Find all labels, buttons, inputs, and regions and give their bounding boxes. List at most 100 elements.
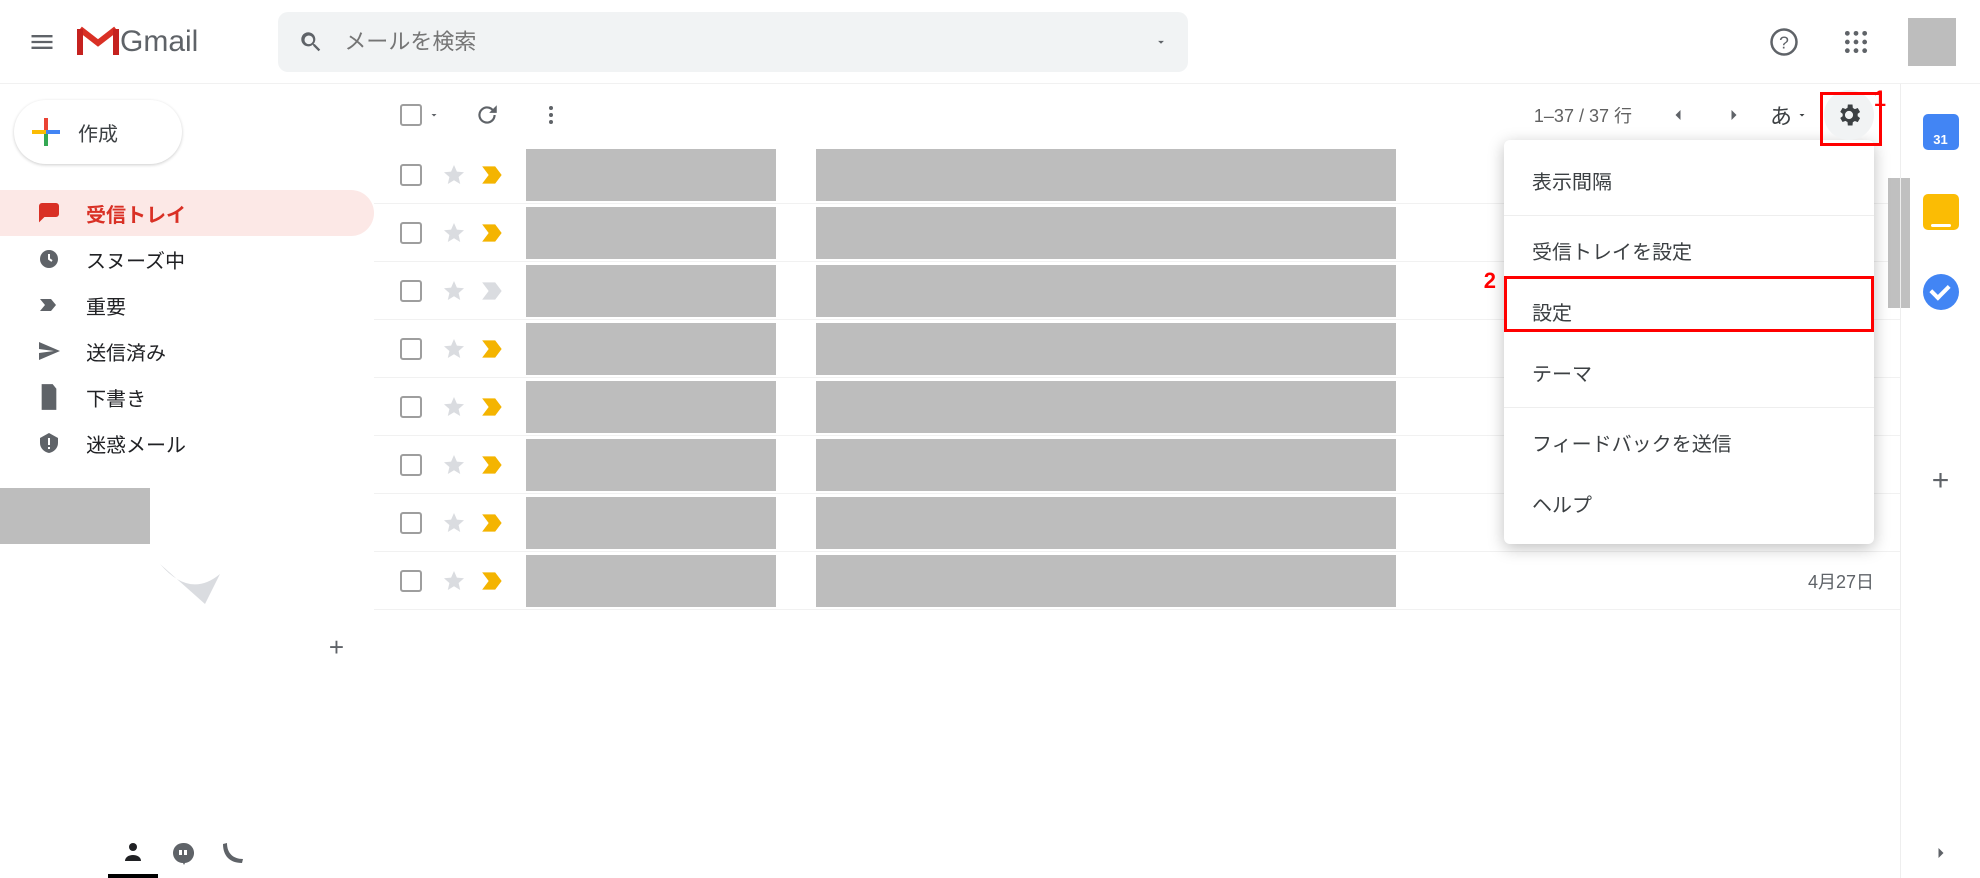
subject-redacted: [816, 265, 1396, 317]
sender-redacted: [526, 265, 776, 317]
menu-item-feedback[interactable]: フィードバックを送信: [1504, 412, 1874, 473]
row-checkbox[interactable]: [400, 454, 422, 476]
more-button[interactable]: [534, 98, 568, 132]
chat-section-redacted: [0, 488, 150, 544]
sender-redacted: [526, 381, 776, 433]
subject-redacted: [816, 497, 1396, 549]
prev-page-button[interactable]: [1658, 87, 1698, 143]
search-options-icon[interactable]: [1154, 35, 1168, 49]
refresh-button[interactable]: [470, 98, 504, 132]
chevron-right-icon: [1931, 843, 1951, 863]
important-icon: [34, 293, 64, 317]
compose-label: 作成: [78, 118, 118, 147]
row-checkbox[interactable]: [400, 338, 422, 360]
annotation-2-label: 2: [1484, 268, 1496, 294]
keep-addon[interactable]: [1923, 194, 1959, 230]
importance-icon[interactable]: [480, 280, 506, 302]
compose-button[interactable]: 作成: [14, 100, 182, 164]
settings-button[interactable]: [1824, 90, 1874, 140]
row-checkbox[interactable]: [400, 280, 422, 302]
menu-item-settings[interactable]: 設定: [1504, 281, 1874, 342]
sent-icon: [34, 339, 64, 363]
row-checkbox[interactable]: [400, 512, 422, 534]
hangouts-chat-tab[interactable]: [158, 828, 208, 878]
row-checkbox[interactable]: [400, 222, 422, 244]
sidebar-item-important[interactable]: 重要: [0, 282, 374, 328]
importance-icon[interactable]: [480, 222, 506, 244]
subject-redacted: [816, 149, 1396, 201]
sender-redacted: [526, 555, 776, 607]
sidebar-bottom-tabs: [108, 826, 258, 878]
sender-redacted: [526, 323, 776, 375]
chevron-right-icon: [1724, 105, 1744, 125]
phone-icon: [221, 841, 245, 865]
select-all-checkbox[interactable]: [400, 104, 440, 126]
menu-item-themes[interactable]: テーマ: [1504, 342, 1874, 403]
input-method-button[interactable]: あ: [1770, 99, 1808, 131]
tasks-addon[interactable]: [1923, 274, 1959, 310]
hangouts-contacts-tab[interactable]: [108, 828, 158, 878]
menu-item-configure-inbox[interactable]: 受信トレイを設定: [1504, 220, 1874, 281]
spam-icon: [34, 431, 64, 455]
sidebar-item-drafts[interactable]: 下書き: [0, 374, 374, 420]
new-chat-button[interactable]: +: [329, 632, 344, 663]
next-page-button[interactable]: [1714, 87, 1754, 143]
star-icon[interactable]: [442, 163, 466, 187]
row-checkbox[interactable]: [400, 164, 422, 186]
main-menu-button[interactable]: [12, 12, 72, 72]
star-icon[interactable]: [442, 453, 466, 477]
gmail-m-icon: [76, 25, 120, 59]
importance-icon[interactable]: [480, 164, 506, 186]
checkbox-icon: [400, 104, 422, 126]
page-count: 1–37 / 37 行: [1534, 102, 1632, 128]
hangouts-icon: [171, 841, 195, 865]
sidebar-item-label: 受信トレイ: [86, 199, 186, 228]
row-checkbox[interactable]: [400, 396, 422, 418]
star-icon[interactable]: [442, 279, 466, 303]
settings-menu: 表示間隔 受信トレイを設定 設定 テーマ フィードバックを送信 ヘルプ: [1504, 140, 1874, 544]
header-right: ?: [1756, 14, 1956, 70]
get-addons-button[interactable]: +: [1932, 464, 1950, 498]
menu-item-help[interactable]: ヘルプ: [1504, 473, 1874, 534]
mail-row[interactable]: 4月27日: [374, 552, 1900, 610]
sidebar-item-sent[interactable]: 送信済み: [0, 328, 374, 374]
hide-panel-button[interactable]: [1931, 843, 1951, 868]
star-icon[interactable]: [442, 337, 466, 361]
header: Gmail ?: [0, 0, 1980, 84]
star-icon[interactable]: [442, 569, 466, 593]
main-content: 1–37 / 37 行 あ 表示間隔 受信トレイを設定 設定 テーマ フィードバ…: [374, 84, 1900, 878]
importance-icon[interactable]: [480, 338, 506, 360]
star-icon[interactable]: [442, 511, 466, 535]
draft-icon: [34, 384, 64, 410]
sidebar-item-label: スヌーズ中: [86, 245, 185, 274]
importance-icon[interactable]: [480, 512, 506, 534]
support-button[interactable]: ?: [1756, 14, 1812, 70]
row-checkbox[interactable]: [400, 570, 422, 592]
search-bar[interactable]: [278, 12, 1188, 72]
importance-icon[interactable]: [480, 396, 506, 418]
sidebar-item-spam[interactable]: 迷惑メール: [0, 420, 374, 466]
sidebar-item-inbox[interactable]: 受信トレイ: [0, 190, 374, 236]
mail-date: 4月27日: [1808, 568, 1874, 594]
star-icon[interactable]: [442, 221, 466, 245]
refresh-icon: [474, 102, 500, 128]
importance-icon[interactable]: [480, 454, 506, 476]
gmail-logo-text: Gmail: [120, 25, 198, 59]
sidebar-item-snoozed[interactable]: スヌーズ中: [0, 236, 374, 282]
sender-redacted: [526, 497, 776, 549]
calendar-addon[interactable]: 31: [1923, 114, 1959, 150]
search-input[interactable]: [344, 29, 1154, 55]
account-avatar[interactable]: [1908, 18, 1956, 66]
menu-separator: [1504, 215, 1874, 216]
gmail-logo[interactable]: Gmail: [76, 25, 198, 59]
clock-icon: [34, 247, 64, 271]
chevron-down-icon: [1796, 109, 1808, 121]
star-icon[interactable]: [442, 395, 466, 419]
apps-button[interactable]: [1828, 14, 1884, 70]
hangouts-phone-tab[interactable]: [208, 828, 258, 878]
menu-item-density[interactable]: 表示間隔: [1504, 150, 1874, 211]
importance-icon[interactable]: [480, 570, 506, 592]
sidebar-item-label: 下書き: [86, 383, 146, 412]
search-icon: [298, 29, 324, 55]
menu-separator: [1504, 407, 1874, 408]
